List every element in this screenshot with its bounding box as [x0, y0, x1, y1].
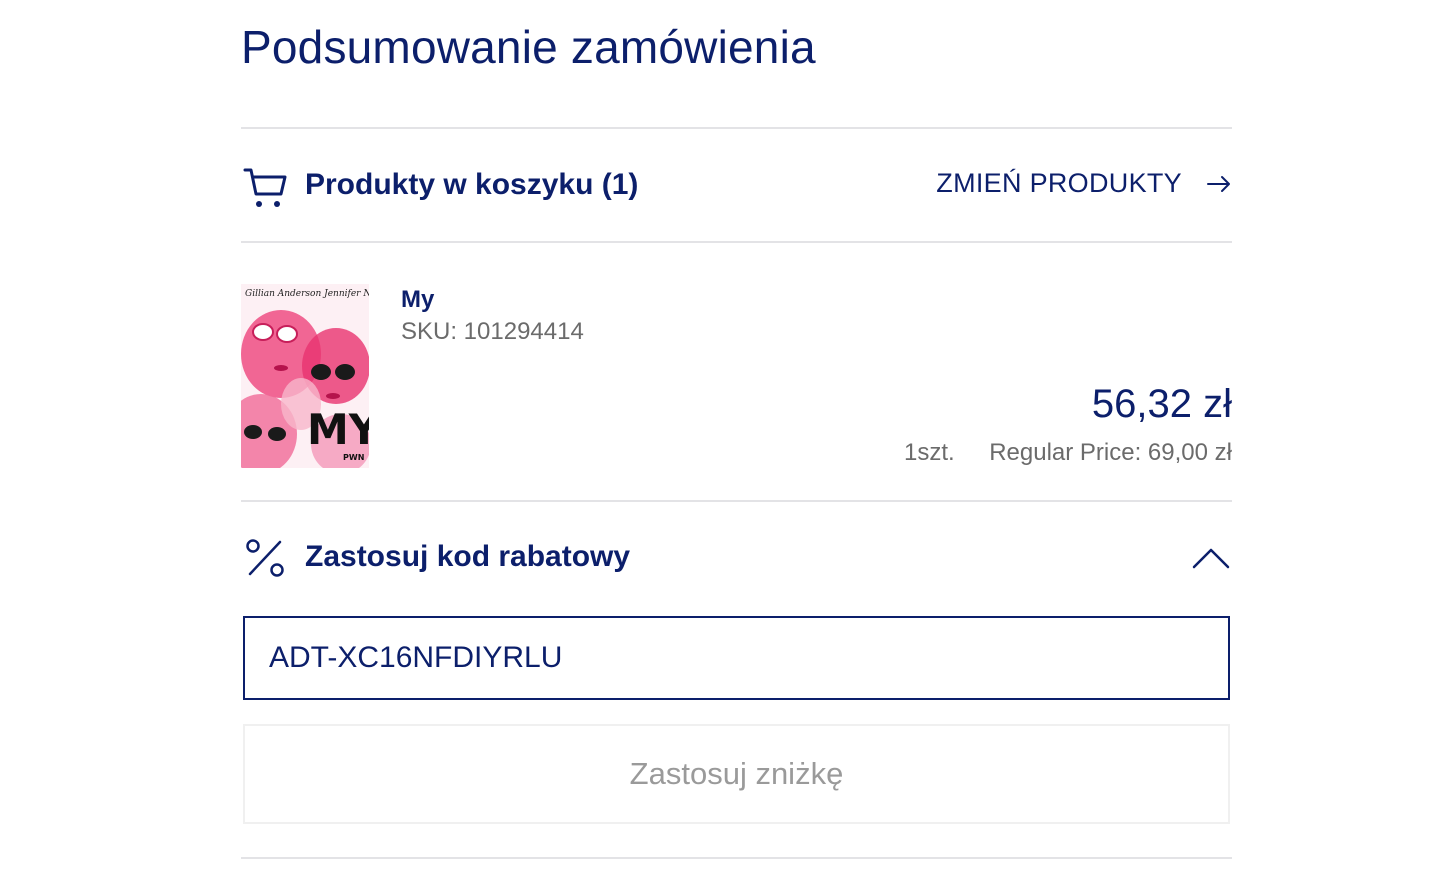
cover-publisher: PWN: [343, 453, 364, 462]
percent-icon: [246, 539, 284, 577]
product-cover-image[interactable]: MY PWN Gillian Anderson Jennifer Nadel: [241, 284, 369, 468]
change-products-link[interactable]: ZMIEŃ PRODUKTY: [936, 168, 1232, 199]
divider: [241, 857, 1232, 859]
book-cover-illustration: MY PWN Gillian Anderson Jennifer Nadel: [241, 284, 369, 468]
cart-title: Produkty w koszyku (1): [305, 168, 639, 201]
cart-icon: [243, 168, 287, 207]
cover-authors: Gillian Anderson Jennifer Nadel: [245, 289, 369, 299]
product-sku: SKU: 101294414: [401, 318, 584, 345]
page-title: Podsumowanie zamówienia: [241, 21, 816, 73]
divider: [241, 127, 1232, 129]
product-regular-price: Regular Price: 69,00 zł: [989, 439, 1232, 466]
arrow-right-icon: [1207, 175, 1230, 192]
cover-title: MY: [307, 405, 369, 454]
cart-product-item: MY PWN Gillian Anderson Jennifer Nadel M…: [241, 244, 1232, 500]
product-name[interactable]: My: [401, 286, 434, 314]
cart-header: Produkty w koszyku (1) ZMIEŃ PRODUKTY: [241, 130, 1232, 242]
product-quantity: 1szt.: [904, 439, 955, 466]
divider: [241, 241, 1232, 243]
chevron-up-icon[interactable]: [1192, 546, 1230, 570]
discount-title: Zastosuj kod rabatowy: [305, 540, 631, 573]
apply-discount-button[interactable]: Zastosuj zniżkę: [243, 724, 1230, 824]
product-price: 56,32 zł: [1091, 382, 1232, 426]
discount-code-input[interactable]: [243, 616, 1230, 700]
discount-code-toggle[interactable]: Zastosuj kod rabatowy: [241, 502, 1232, 612]
change-products-label: ZMIEŃ PRODUKTY: [936, 168, 1182, 198]
